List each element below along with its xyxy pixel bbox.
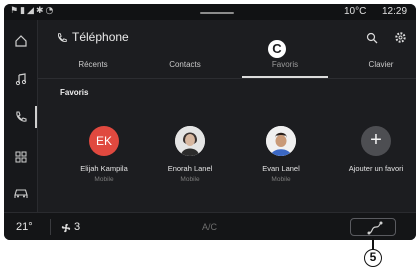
sidebar-item-vehicle[interactable] [8, 180, 34, 206]
sidebar-active-indicator [35, 106, 37, 128]
app-header: Téléphone Récents Contacts Favoris Clavi… [38, 20, 416, 78]
add-favorite-label: Ajouter un favori [348, 164, 404, 173]
header-divider [38, 78, 416, 79]
contact-photo [266, 126, 296, 156]
apps-grid-icon [15, 151, 27, 163]
favorite-contact[interactable]: EK Elijah Kampila Mobile [62, 126, 146, 183]
phone-icon [58, 33, 67, 42]
contact-name: Elijah Kampila [80, 164, 128, 173]
fan-level: 3 [74, 221, 81, 233]
tab-recents[interactable]: Récents [50, 58, 136, 78]
navigation-button[interactable] [350, 218, 396, 236]
status-icons: ⚑▮◢✱◔ [10, 6, 56, 16]
callout-marker-c: C [268, 40, 286, 58]
tab-contacts[interactable]: Contacts [142, 58, 228, 78]
home-icon [15, 35, 27, 47]
add-favorite-button[interactable]: + Ajouter un favori [334, 126, 416, 173]
cabin-temperature[interactable]: 21° [16, 221, 33, 233]
contact-name: Evan Lanel [262, 164, 300, 173]
avatar [266, 126, 296, 156]
page-title: Téléphone [72, 30, 129, 44]
tab-favorites[interactable]: Favoris [242, 58, 328, 78]
contact-number-type: Mobile [180, 176, 200, 183]
clock: 12:29 [382, 6, 408, 17]
avatar: EK [89, 126, 119, 156]
tab-bar: Récents Contacts Favoris Clavier [48, 58, 410, 78]
tab-keypad[interactable]: Clavier [338, 58, 416, 78]
music-icon [15, 73, 27, 86]
status-bar: ⚑▮◢✱◔ 10°C 12:29 [4, 4, 416, 20]
contact-number-type: Mobile [94, 176, 114, 183]
sidebar-item-phone[interactable] [8, 104, 34, 130]
outside-temperature: 10°C [344, 6, 367, 17]
contact-number-type: Mobile [271, 176, 291, 183]
car-icon [14, 189, 28, 198]
route-icon [367, 221, 383, 235]
ac-button[interactable]: A/C [202, 222, 217, 232]
search-icon[interactable] [366, 32, 378, 44]
section-title: Favoris [60, 88, 89, 97]
sidebar-item-apps[interactable] [8, 144, 34, 170]
favorite-contact[interactable]: Evan Lanel Mobile [239, 126, 323, 183]
contact-name: Enorah Lanel [167, 164, 213, 173]
infotainment-screen: ⚑▮◢✱◔ 10°C 12:29 Téléphone Récents Conta [4, 4, 416, 240]
phone-icon [16, 111, 27, 122]
favorite-contact[interactable]: Enorah Lanel Mobile [148, 126, 232, 183]
climate-bar: 21° 3 A/C [4, 212, 416, 240]
sidebar-item-music[interactable] [8, 66, 34, 92]
notification-handle[interactable] [200, 12, 234, 14]
bottom-divider [50, 219, 51, 235]
avatar [175, 126, 205, 156]
callout-marker-5: 5 [364, 249, 382, 267]
gear-icon[interactable] [394, 31, 407, 44]
sidebar-item-home[interactable] [8, 28, 34, 54]
fan-icon[interactable] [60, 222, 72, 234]
contact-photo [175, 126, 205, 156]
add-icon: + [361, 126, 391, 156]
sidebar [4, 20, 38, 212]
